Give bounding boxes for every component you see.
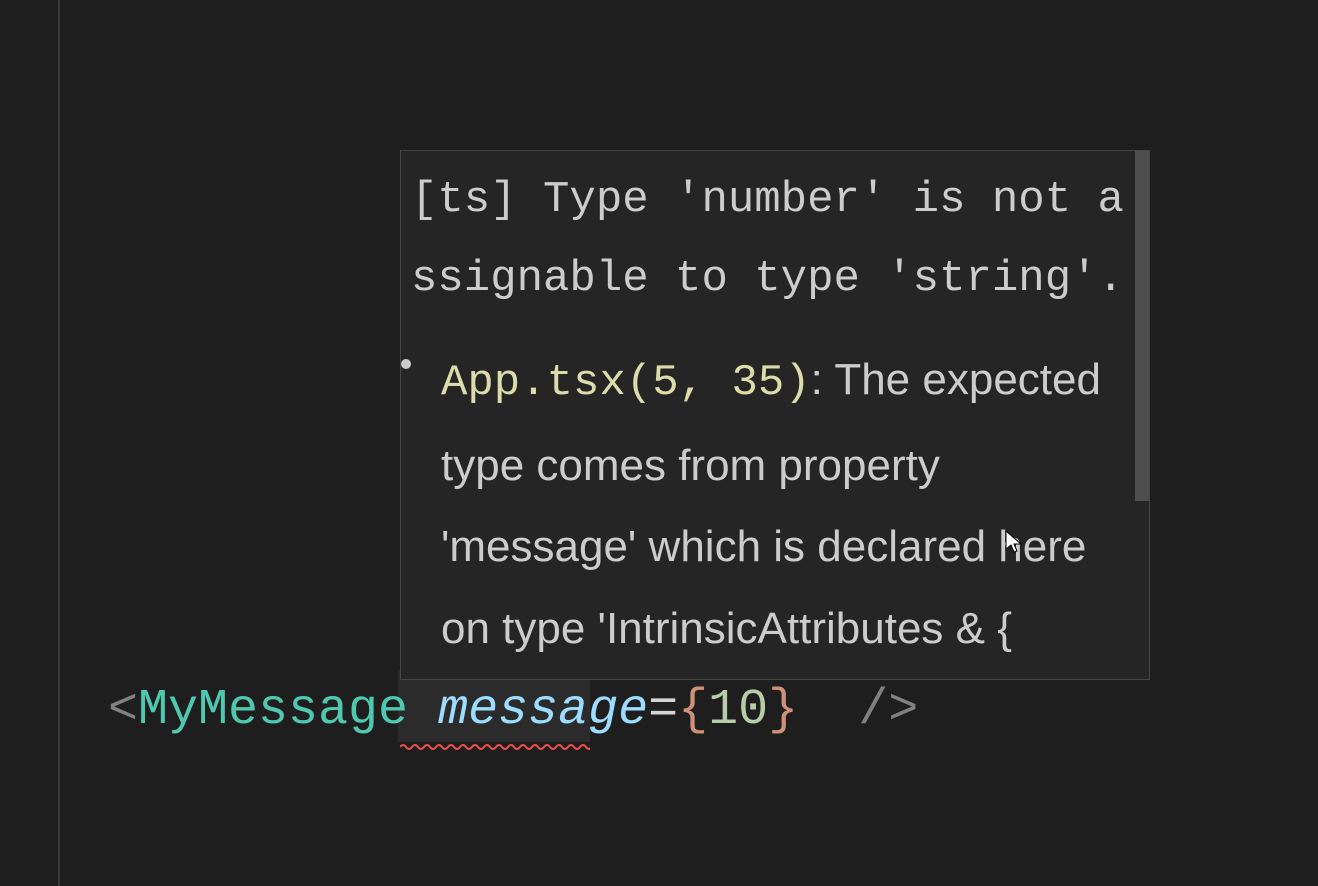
attribute-name: message: [438, 682, 648, 739]
separator: :: [811, 355, 835, 404]
component-name: MyMessage: [138, 682, 408, 739]
number-literal: 10: [708, 682, 768, 739]
space: [798, 682, 828, 739]
code-line[interactable]: <MyMessage message={10} />: [108, 682, 918, 739]
hover-tooltip[interactable]: [ts] Type 'number' is not assignable to …: [400, 150, 1150, 680]
equals-sign: =: [648, 682, 678, 739]
error-squiggle: [400, 738, 590, 746]
error-message: [ts] Type 'number' is not assignable to …: [411, 161, 1141, 339]
space: [408, 682, 438, 739]
file-location-link[interactable]: App.tsx(5, 35): [441, 358, 811, 408]
brace-close: }: [768, 682, 798, 739]
related-info: App.tsx(5, 35): The expected type comes …: [411, 339, 1141, 669]
open-angle: <: [108, 682, 138, 739]
self-close: />: [828, 682, 918, 739]
gutter-separator: [58, 0, 60, 886]
brace-open: {: [678, 682, 708, 739]
bullet-icon: [401, 359, 411, 369]
